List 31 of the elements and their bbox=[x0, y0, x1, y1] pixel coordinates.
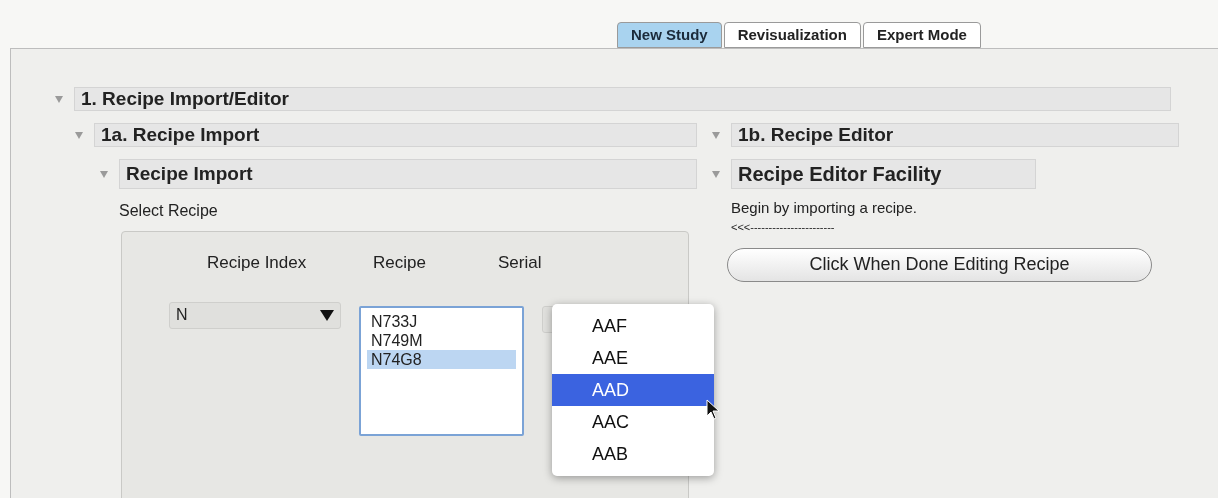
select-recipe-label: Select Recipe bbox=[119, 201, 218, 221]
collapse-triangle-icon[interactable] bbox=[54, 94, 64, 104]
tab[interactable]: Expert Mode bbox=[862, 22, 981, 48]
collapse-triangle-icon[interactable] bbox=[99, 169, 109, 179]
column-label: Serial bbox=[498, 252, 542, 274]
section-header[interactable]: 1a. Recipe Import bbox=[94, 123, 697, 147]
serial-menu-item[interactable]: AAF bbox=[552, 310, 714, 342]
tab[interactable]: New Study bbox=[617, 22, 722, 48]
dropdown-arrow-icon bbox=[320, 309, 334, 321]
section-header[interactable]: Recipe Import bbox=[119, 159, 697, 189]
collapse-triangle-icon[interactable] bbox=[711, 169, 721, 179]
arrow-text: <<<----------------------- bbox=[731, 219, 835, 234]
serial-menu-item[interactable]: AAB bbox=[552, 438, 714, 470]
collapse-triangle-icon[interactable] bbox=[711, 130, 721, 140]
collapse-triangle-icon[interactable] bbox=[74, 130, 84, 140]
serial-menu-item[interactable]: AAD bbox=[552, 374, 714, 406]
column-label: Recipe Index bbox=[207, 252, 308, 274]
column-label: Recipe bbox=[373, 252, 427, 274]
tab[interactable]: Revisualization bbox=[723, 22, 861, 48]
section-header[interactable]: Recipe Editor Facility bbox=[731, 159, 1036, 189]
recipe-list-item[interactable]: N74G8 bbox=[367, 349, 516, 369]
editor-message: Begin by importing a recipe. bbox=[731, 198, 917, 218]
serial-menu-item[interactable]: AAC bbox=[552, 406, 714, 438]
recipe-listbox[interactable]: N733J N749M N74G8 bbox=[359, 305, 524, 436]
section-header[interactable]: 1b. Recipe Editor bbox=[731, 123, 1179, 147]
recipe-index-dropdown[interactable]: N bbox=[169, 301, 341, 329]
done-editing-button[interactable]: Click When Done Editing Recipe bbox=[727, 247, 1152, 282]
section-header[interactable]: 1. Recipe Import/Editor bbox=[74, 87, 1171, 111]
recipe-list-item[interactable]: N749M bbox=[367, 330, 516, 350]
recipe-list-item[interactable]: N733J bbox=[367, 311, 516, 331]
serial-menu-item[interactable]: AAE bbox=[552, 342, 714, 374]
